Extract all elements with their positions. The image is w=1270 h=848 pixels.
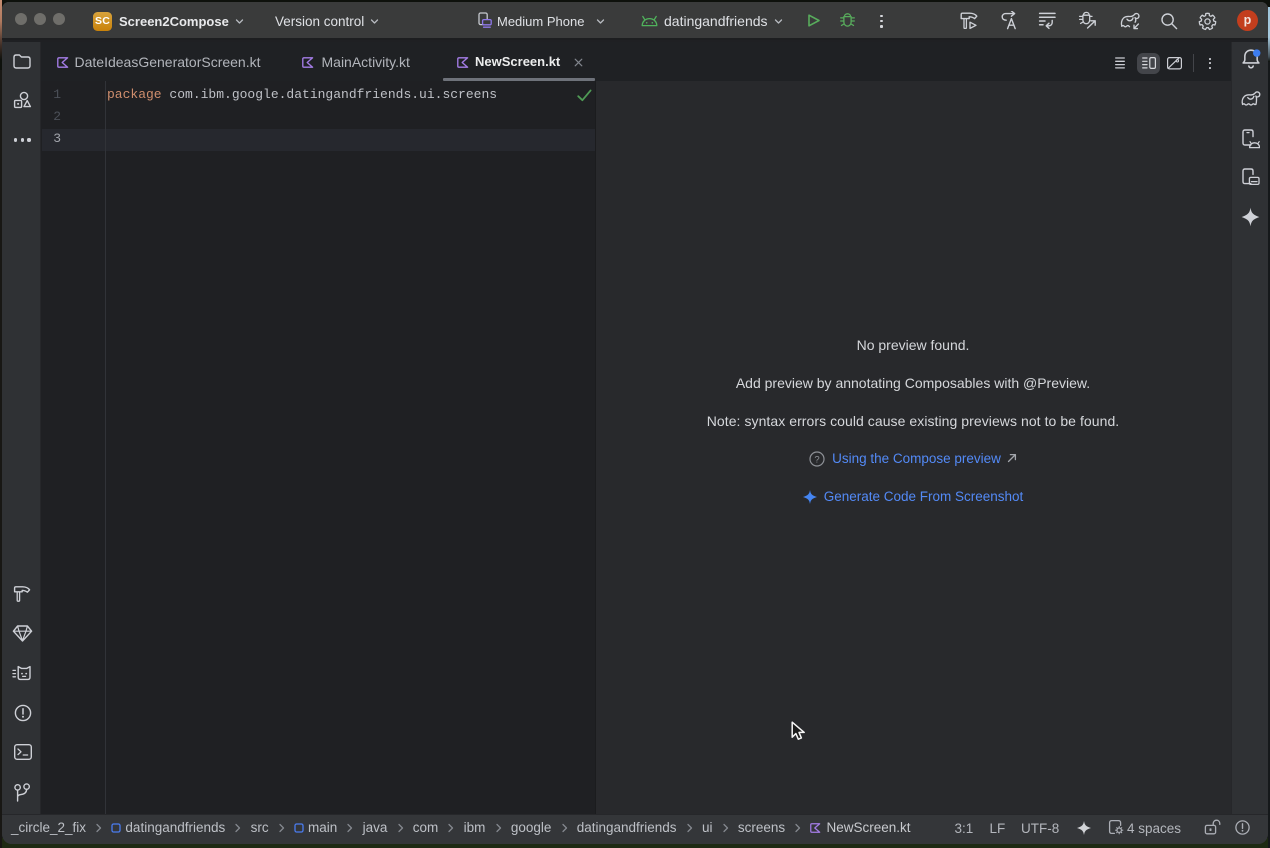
svg-text:?: ? <box>814 454 819 465</box>
